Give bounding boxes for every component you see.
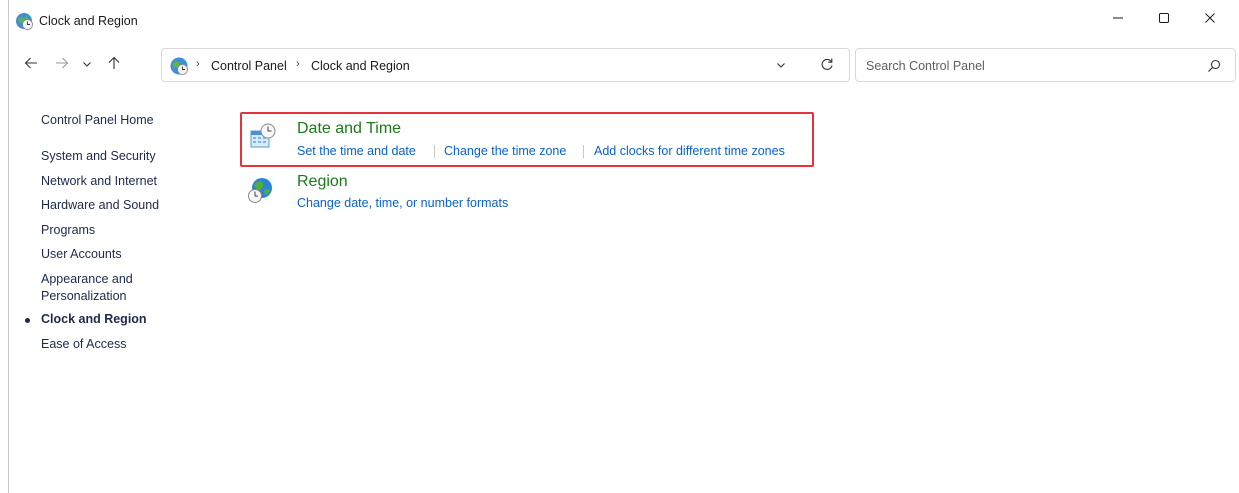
forward-button[interactable] bbox=[51, 53, 73, 77]
sidebar-item-label-line2: Personalization bbox=[41, 289, 127, 303]
control-panel-window: Clock and Region › Control Panel › Clock… bbox=[8, 0, 1239, 493]
back-button[interactable] bbox=[20, 53, 42, 77]
maximize-button[interactable] bbox=[1141, 4, 1187, 36]
link-separator bbox=[583, 145, 584, 158]
current-page-bullet bbox=[25, 318, 30, 323]
minimize-button[interactable] bbox=[1095, 4, 1141, 36]
sidebar-item-system-and-security[interactable]: System and Security bbox=[41, 148, 156, 165]
search-input[interactable] bbox=[866, 56, 1186, 76]
sidebar-item-control-panel-home[interactable]: Control Panel Home bbox=[41, 112, 154, 129]
sidebar-item-hardware-and-sound[interactable]: Hardware and Sound bbox=[41, 197, 159, 214]
clock-globe-icon bbox=[15, 12, 33, 30]
date-time-icon[interactable] bbox=[249, 122, 277, 150]
link-separator bbox=[434, 145, 435, 158]
up-button[interactable] bbox=[103, 53, 125, 77]
address-bar[interactable]: › Control Panel › Clock and Region bbox=[161, 48, 850, 82]
chevron-down-icon bbox=[82, 56, 92, 74]
minimize-icon bbox=[1112, 11, 1124, 29]
link-change-time-zone[interactable]: Change the time zone bbox=[444, 144, 566, 158]
recent-locations-button[interactable] bbox=[76, 53, 98, 77]
sidebar-item-network-and-internet[interactable]: Network and Internet bbox=[41, 173, 157, 190]
link-change-formats[interactable]: Change date, time, or number formats bbox=[297, 196, 508, 210]
maximize-icon bbox=[1158, 11, 1170, 29]
sidebar-item-programs[interactable]: Programs bbox=[41, 222, 95, 239]
arrow-left-icon bbox=[24, 56, 38, 75]
chevron-down-icon bbox=[776, 57, 786, 75]
window-title: Clock and Region bbox=[39, 14, 138, 28]
sidebar-item-user-accounts[interactable]: User Accounts bbox=[41, 246, 122, 263]
sidebar-item-clock-and-region[interactable]: Clock and Region bbox=[41, 311, 147, 328]
breadcrumb-clock-and-region[interactable]: Clock and Region bbox=[311, 59, 410, 73]
sidebar-item-appearance-and-personalization[interactable]: Appearance and Personalization bbox=[41, 271, 133, 305]
sidebar-item-label-line1: Appearance and bbox=[41, 272, 133, 286]
search-icon[interactable] bbox=[1206, 58, 1222, 74]
sidebar-item-ease-of-access[interactable]: Ease of Access bbox=[41, 336, 126, 353]
arrow-up-icon bbox=[107, 56, 121, 75]
refresh-icon bbox=[820, 57, 834, 76]
search-box[interactable] bbox=[855, 48, 1236, 82]
breadcrumb-separator: › bbox=[296, 58, 300, 70]
breadcrumb-separator: › bbox=[196, 58, 200, 70]
control-panel-icon bbox=[169, 56, 189, 76]
category-region[interactable]: Region bbox=[297, 173, 348, 191]
link-add-clocks[interactable]: Add clocks for different time zones bbox=[594, 144, 785, 158]
close-icon bbox=[1204, 11, 1216, 29]
link-set-time-and-date[interactable]: Set the time and date bbox=[297, 144, 416, 158]
address-history-dropdown[interactable] bbox=[772, 57, 790, 75]
title-bar[interactable]: Clock and Region bbox=[9, 0, 1239, 42]
close-button[interactable] bbox=[1187, 4, 1233, 36]
category-date-and-time[interactable]: Date and Time bbox=[297, 120, 401, 138]
refresh-button[interactable] bbox=[817, 56, 837, 76]
arrow-right-icon bbox=[55, 56, 69, 75]
breadcrumb-control-panel[interactable]: Control Panel bbox=[211, 59, 287, 73]
region-globe-icon[interactable] bbox=[247, 176, 275, 204]
